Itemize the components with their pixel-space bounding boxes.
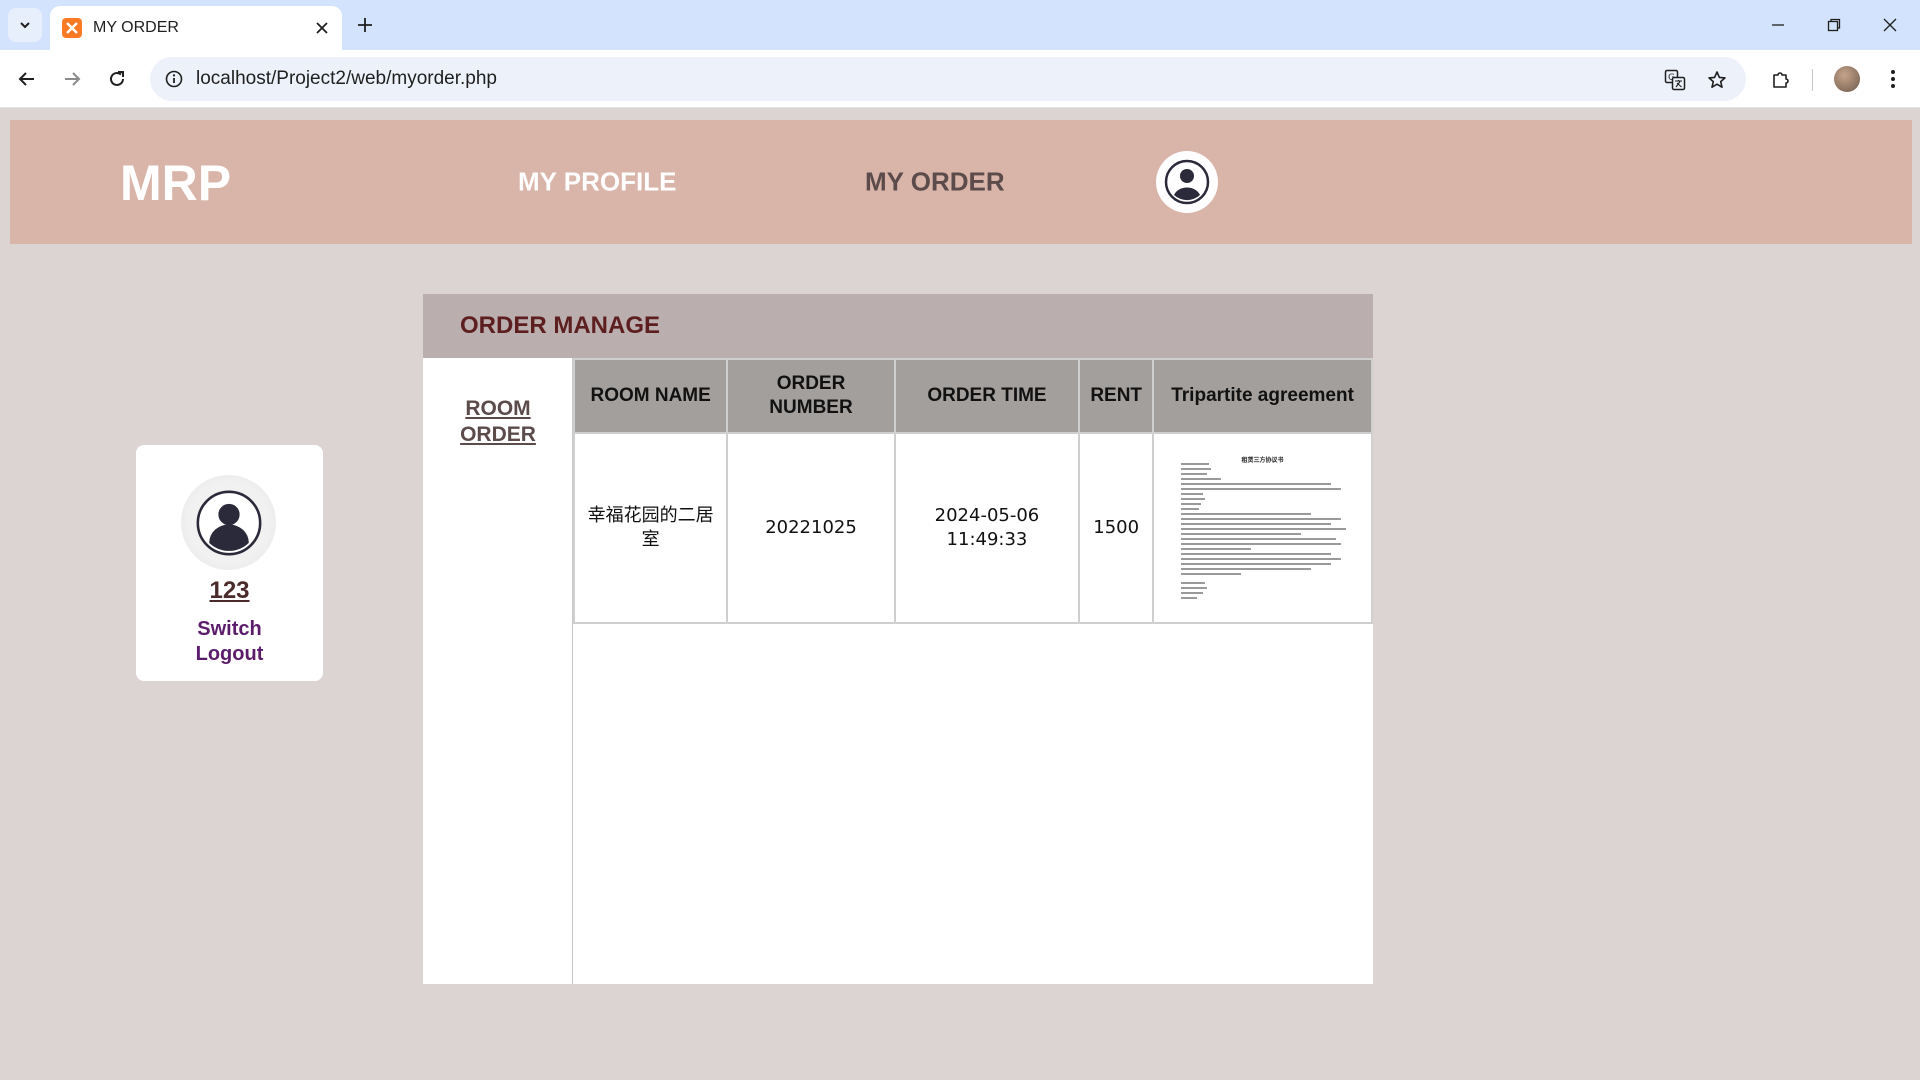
table-header-row: ROOM NAME ORDER NUMBER ORDER TIME RENT T… bbox=[572, 358, 1373, 434]
nav-my-profile[interactable]: MY PROFILE bbox=[518, 167, 676, 198]
cell-room-name: 幸福花园的二居室 bbox=[572, 432, 729, 624]
col-rent: RENT bbox=[1078, 358, 1155, 434]
room-order-label: ROOM ORDER bbox=[460, 397, 536, 446]
doc-text-line bbox=[1180, 558, 1341, 560]
back-arrow-icon[interactable] bbox=[9, 61, 45, 97]
cell-agreement: 租赁三方协议书 bbox=[1152, 432, 1373, 624]
doc-text-line bbox=[1180, 533, 1301, 535]
doc-text-line bbox=[1180, 568, 1311, 570]
col-order-number: ORDER NUMBER bbox=[726, 358, 896, 434]
doc-text-line bbox=[1180, 463, 1209, 465]
panel-header: ORDER MANAGE bbox=[423, 294, 1373, 358]
doc-text-line bbox=[1180, 543, 1341, 545]
translate-icon[interactable]: G bbox=[1662, 67, 1688, 93]
profile-avatar[interactable] bbox=[1829, 61, 1865, 97]
doc-text-line bbox=[1180, 523, 1331, 525]
forward-arrow-icon[interactable] bbox=[54, 61, 90, 97]
minimize-icon[interactable] bbox=[1750, 0, 1806, 50]
bookmark-star-icon[interactable] bbox=[1704, 67, 1730, 93]
toolbar-divider bbox=[1812, 69, 1813, 91]
tab-search-button[interactable] bbox=[8, 8, 42, 42]
restore-icon[interactable] bbox=[1806, 0, 1862, 50]
order-time-text: 2024-05-06 11:49:33 bbox=[934, 505, 1040, 550]
room-order-link[interactable]: ROOM ORDER bbox=[423, 396, 573, 448]
account-actions: Switch Logout bbox=[136, 617, 323, 667]
browser-toolbar: localhost/Project2/web/myorder.php G bbox=[0, 50, 1920, 108]
doc-text-line bbox=[1180, 473, 1207, 475]
col-agreement: Tripartite agreement bbox=[1152, 358, 1373, 434]
username-link[interactable]: 123 bbox=[136, 577, 323, 605]
browser-tab-active[interactable]: MY ORDER bbox=[50, 6, 342, 50]
table-row: 幸福花园的二居室 20221025 2024-05-06 11:49:33 15… bbox=[572, 432, 1373, 624]
doc-text-line bbox=[1180, 553, 1331, 555]
doc-text-line bbox=[1180, 518, 1341, 520]
doc-text-line bbox=[1180, 483, 1331, 485]
nav-my-order[interactable]: MY ORDER bbox=[865, 167, 1005, 198]
doc-text-line bbox=[1180, 508, 1199, 510]
browser-tabstrip: MY ORDER bbox=[0, 0, 1920, 50]
agreement-document-thumbnail[interactable]: 租赁三方协议书 bbox=[1162, 439, 1363, 617]
logout-link[interactable]: Logout bbox=[136, 642, 323, 667]
doc-text-line bbox=[1180, 563, 1331, 565]
address-bar[interactable]: localhost/Project2/web/myorder.php G bbox=[150, 57, 1746, 101]
tab-title: MY ORDER bbox=[93, 19, 179, 36]
reload-icon[interactable] bbox=[99, 61, 135, 97]
url-text: localhost/Project2/web/myorder.php bbox=[196, 68, 497, 89]
user-avatar-icon bbox=[1164, 159, 1210, 205]
username-text: 123 bbox=[209, 577, 250, 604]
doc-text-line bbox=[1180, 513, 1311, 515]
cell-order-number: 20221025 bbox=[726, 432, 896, 624]
browser-menu-icon[interactable] bbox=[1875, 61, 1911, 97]
doc-text-line bbox=[1180, 498, 1205, 500]
user-card: 123 Switch Logout bbox=[136, 445, 323, 681]
doc-text-line bbox=[1180, 597, 1197, 599]
extensions-puzzle-icon[interactable] bbox=[1763, 61, 1799, 97]
col-order-time: ORDER TIME bbox=[893, 358, 1081, 434]
panel-title: ORDER MANAGE bbox=[460, 312, 661, 339]
panel-sidebar: ROOM ORDER bbox=[423, 358, 573, 984]
cell-order-time: 2024-05-06 11:49:33 bbox=[893, 432, 1081, 624]
new-tab-plus-icon[interactable] bbox=[350, 10, 380, 40]
page-content: MRP MY PROFILE MY ORDER 123 Switch Logou… bbox=[0, 108, 1920, 1080]
doc-text-line bbox=[1180, 478, 1221, 480]
header-user-avatar[interactable] bbox=[1156, 151, 1218, 213]
orders-table: ROOM NAME ORDER NUMBER ORDER TIME RENT T… bbox=[572, 358, 1373, 624]
order-manage-panel: ORDER MANAGE ROOM ORDER ROOM NAME ORDER … bbox=[423, 294, 1373, 984]
doc-text-line bbox=[1180, 548, 1251, 550]
doc-text-line bbox=[1180, 488, 1341, 490]
profile-photo-icon bbox=[1834, 66, 1860, 92]
doc-text-line bbox=[1180, 503, 1201, 505]
cell-rent: 1500 bbox=[1078, 432, 1155, 624]
close-tab-icon[interactable] bbox=[308, 14, 336, 42]
doc-text-line bbox=[1180, 538, 1336, 540]
doc-text-line bbox=[1180, 468, 1211, 470]
user-card-avatar bbox=[181, 475, 276, 570]
xampp-favicon-icon bbox=[62, 18, 82, 38]
user-avatar-icon bbox=[196, 490, 261, 555]
doc-text-line bbox=[1180, 573, 1241, 575]
doc-text-line bbox=[1180, 493, 1203, 495]
col-room-name: ROOM NAME bbox=[572, 358, 729, 434]
site-header: MRP MY PROFILE MY ORDER bbox=[10, 120, 1912, 244]
doc-text-line bbox=[1180, 592, 1203, 594]
doc-text-line bbox=[1180, 528, 1346, 530]
doc-text-line bbox=[1180, 582, 1205, 584]
close-window-icon[interactable] bbox=[1862, 0, 1918, 50]
switch-link[interactable]: Switch bbox=[136, 617, 323, 642]
chevron-down-icon bbox=[20, 22, 30, 29]
site-logo[interactable]: MRP bbox=[120, 154, 231, 212]
doc-text-line bbox=[1180, 587, 1207, 589]
site-info-icon[interactable] bbox=[162, 67, 186, 91]
